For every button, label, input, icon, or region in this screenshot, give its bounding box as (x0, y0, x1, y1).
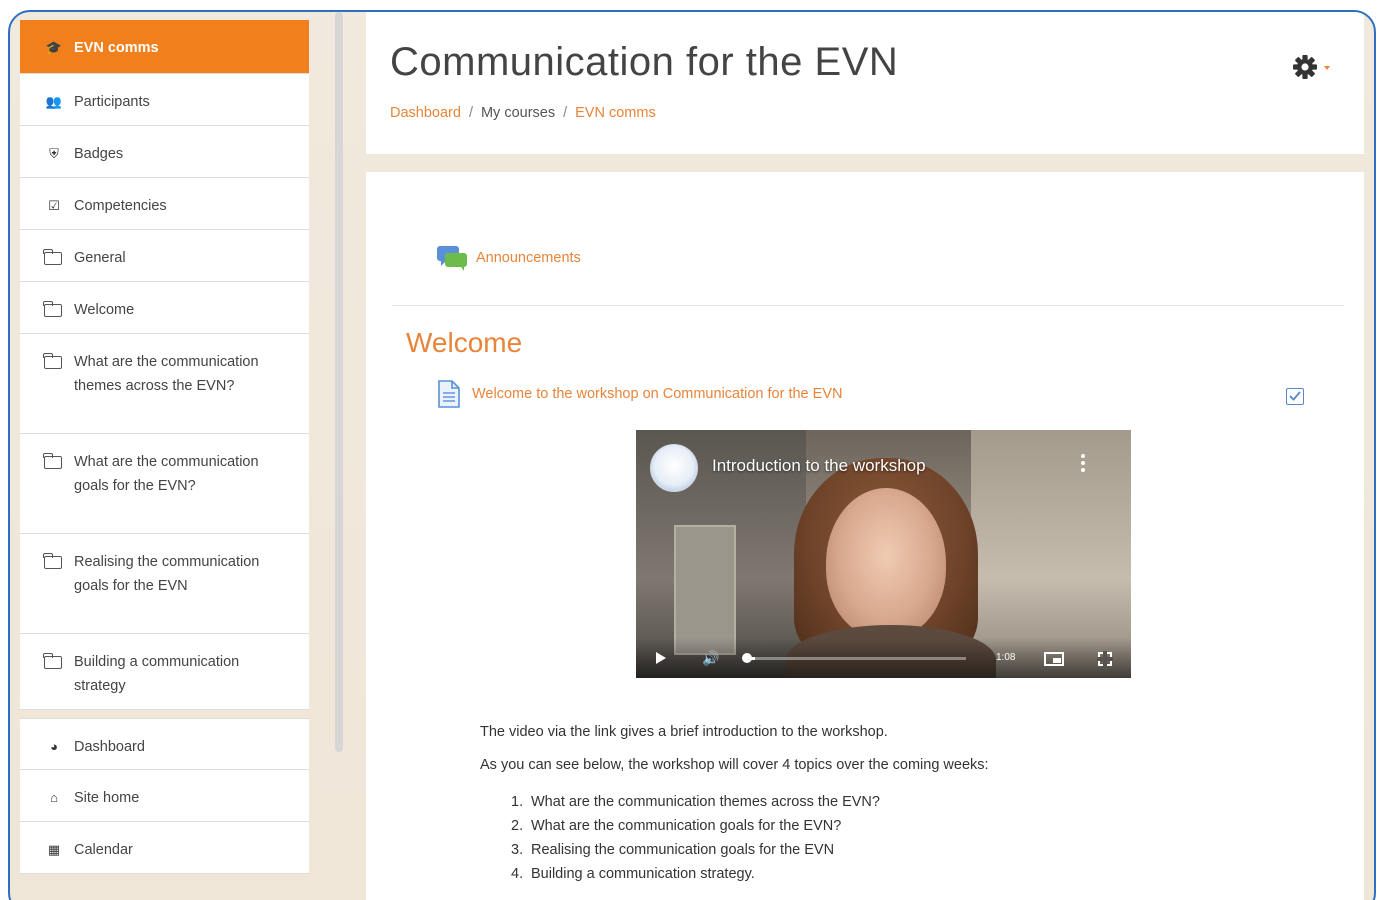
topic-text: Building a communication strategy. (531, 866, 755, 882)
sidebar-item-label: What are the communication goals for the… (74, 454, 259, 494)
activity-label: Welcome to the workshop on Communication… (472, 386, 843, 402)
folder-icon (43, 301, 62, 317)
announcements-label: Announcements (476, 250, 581, 266)
list-item: 4. Building a communication strategy. (511, 866, 755, 882)
section-title: Welcome (406, 327, 523, 358)
sidebar-item-communication-strategy[interactable]: Building a communication strategy (20, 634, 309, 710)
page-icon (438, 380, 460, 408)
calendar-icon: ▦ (47, 842, 61, 857)
sidebar-item-general[interactable]: General (20, 230, 309, 282)
sidebar-item-label: EVN comms (74, 40, 159, 56)
course-settings-menu[interactable] (1291, 50, 1339, 84)
sidebar-item-realising-goals[interactable]: Realising the communication goals for th… (20, 534, 309, 634)
breadcrumb: Dashboard / My courses / EVN comms (390, 105, 656, 121)
sidebar-item-label: Participants (74, 94, 150, 110)
channel-avatar[interactable] (650, 444, 698, 492)
announcements-link[interactable]: Announcements (436, 244, 581, 272)
section-divider (392, 305, 1344, 306)
gear-icon (1293, 55, 1330, 79)
sidebar-item-calendar[interactable]: ▦ Calendar (20, 822, 309, 874)
video-presenter (826, 488, 946, 638)
folder-icon (43, 249, 62, 265)
sidebar-item-label: Competencies (74, 198, 167, 214)
page-header: Communication for the EVN Dashboard / My c… (366, 12, 1364, 154)
video-controls: 🔊 1:08 (636, 638, 1131, 678)
sidebar-item-communication-goals[interactable]: What are the communication goals for the… (20, 434, 309, 534)
list-item: 1. What are the communication themes acro… (511, 794, 880, 810)
list-item: 3. Realising the communication goals for … (511, 842, 835, 858)
progress-handle[interactable] (742, 653, 752, 663)
checkbox-icon: ☑ (48, 198, 60, 213)
chevron-down-icon (1324, 66, 1330, 70)
sidebar-item-site-home[interactable]: ⌂ Site home (20, 770, 309, 822)
video-time: 1:08 (996, 652, 1016, 663)
topic-text: What are the communication goals for the… (531, 818, 842, 834)
fullscreen-icon[interactable] (1097, 651, 1113, 667)
topic-text: What are the communication themes across… (531, 794, 880, 810)
sidebar-item-label: Dashboard (74, 739, 145, 755)
sidebar-item-label: Badges (74, 146, 124, 162)
video-title[interactable]: Introduction to the workshop (712, 456, 926, 476)
sidebar-item-welcome[interactable]: Welcome (20, 282, 309, 334)
sidebar-item-label: What are the communication themes across… (74, 354, 259, 394)
breadcrumb-evn-comms[interactable]: EVN comms (575, 105, 656, 121)
folder-icon (43, 453, 62, 469)
play-icon[interactable] (656, 652, 666, 664)
breadcrumb-dashboard[interactable]: Dashboard (390, 105, 461, 121)
sidebar-item-badges[interactable]: ⛨ Badges (20, 126, 309, 178)
completion-checkbox[interactable] (1286, 388, 1304, 405)
tachometer-icon: ◕ (50, 739, 58, 754)
sidebar-item-label: Calendar (74, 842, 133, 858)
folder-icon (43, 353, 62, 369)
more-options-icon[interactable] (1080, 454, 1086, 476)
page-title: Communication for the EVN (390, 40, 899, 84)
graduation-cap-icon: 🎓 (45, 40, 63, 55)
course-content: Announcements Welcome Welcome to the wor… (366, 172, 1364, 900)
topic-list: 1. What are the communication themes acro… (511, 790, 880, 886)
home-icon: ⌂ (50, 790, 58, 805)
sidebar-item-label: Building a communication strategy (74, 654, 240, 694)
sidebar-item-dashboard[interactable]: ◕ Dashboard (20, 718, 309, 770)
video-background (674, 525, 736, 655)
welcome-activity-link[interactable]: Welcome to the workshop on Communication… (436, 380, 842, 408)
folder-icon (43, 553, 62, 569)
sidebar-scrollbar[interactable] (335, 12, 343, 752)
sidebar-item-communication-themes[interactable]: What are the communication themes across… (20, 334, 309, 434)
check-icon (1289, 391, 1301, 401)
video-player[interactable]: Introduction to the workshop 🔊 1:08 (636, 430, 1131, 678)
topics-intro-text: As you can see below, the workshop will … (480, 757, 989, 773)
sidebar-item-label: Welcome (74, 302, 135, 318)
topic-text: Realising the communication goals for th… (531, 842, 835, 858)
breadcrumb-separator: / (563, 105, 568, 121)
sidebar-item-participants[interactable]: 👥 Participants (20, 74, 309, 126)
sidebar-item-competencies[interactable]: ☑ Competencies (20, 178, 309, 230)
miniplayer-icon[interactable] (1044, 652, 1064, 666)
breadcrumb-my-courses[interactable]: My courses (481, 105, 555, 121)
forum-icon (437, 246, 467, 271)
volume-icon[interactable]: 🔊 (702, 650, 719, 667)
users-icon: 👥 (45, 94, 63, 109)
course-sidebar: 🎓 EVN comms 👥 Participants ⛨ Badges ☑ Co… (20, 20, 309, 890)
window-frame: 🎓 EVN comms 👥 Participants ⛨ Badges ☑ Co… (8, 10, 1376, 900)
sidebar-item-evn-comms[interactable]: 🎓 EVN comms (20, 20, 309, 74)
video-progress-bar[interactable] (746, 657, 966, 660)
folder-icon (43, 653, 62, 669)
list-item: 2. What are the communication goals for t… (511, 818, 842, 834)
sidebar-item-label: Realising the communication goals for th… (74, 554, 260, 594)
shield-icon: ⛨ (49, 146, 59, 161)
breadcrumb-separator: / (468, 105, 473, 121)
sidebar-item-label: Site home (74, 790, 140, 806)
intro-text: The video via the link gives a brief int… (480, 724, 888, 740)
sidebar-item-label: General (74, 250, 126, 266)
